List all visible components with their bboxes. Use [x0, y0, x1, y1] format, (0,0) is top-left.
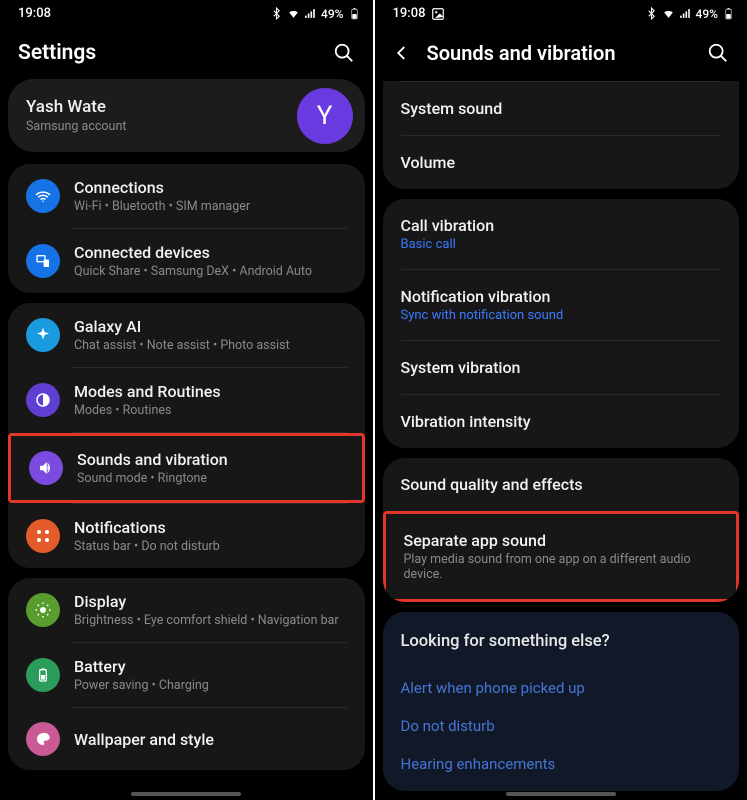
account-row[interactable]: Yash Wate Samsung account Y: [8, 79, 365, 152]
item-title: System vibration: [401, 358, 722, 377]
header: Sounds and vibration: [375, 25, 747, 79]
item-sub: Chat assist • Note assist • Photo assist: [74, 338, 347, 353]
item-sub: Sound mode • Ringtone: [77, 471, 344, 486]
sounds-vibration-screen: 19:08 49% Sounds and vibration System so…: [375, 0, 747, 800]
wifi-icon: [26, 179, 60, 213]
battery-pct: 49%: [321, 7, 343, 21]
settings-group: System sound Volume: [383, 81, 740, 189]
item-title: Battery: [74, 657, 347, 676]
item-title: Call vibration: [401, 216, 722, 235]
item-call-vibration[interactable]: Call vibration Basic call: [383, 199, 740, 269]
battery-pct: 49%: [696, 7, 718, 21]
status-icons: 49%: [270, 7, 360, 21]
highlighted-row: Separate app sound Play media sound from…: [383, 511, 740, 602]
battery-icon: [722, 7, 735, 20]
wifi-icon: [662, 7, 675, 20]
item-sound-quality[interactable]: Sound quality and effects: [383, 458, 740, 511]
settings-group: Galaxy AI Chat assist • Note assist • Ph…: [8, 303, 365, 568]
settings-item-wallpaper[interactable]: Wallpaper and style: [8, 708, 365, 770]
signal-icon: [304, 7, 317, 20]
back-icon[interactable]: [393, 44, 411, 62]
item-title: Modes and Routines: [74, 382, 347, 401]
item-separate-app-sound[interactable]: Separate app sound Play media sound from…: [386, 514, 737, 599]
sounds-list[interactable]: System sound Volume Call vibration Basic…: [375, 79, 747, 800]
status-time: 19:08: [393, 6, 426, 21]
sun-icon: [26, 593, 60, 627]
sound-icon: [29, 451, 63, 485]
item-title: Separate app sound: [404, 531, 719, 550]
item-title: System sound: [401, 99, 722, 118]
header: Settings: [0, 25, 373, 79]
page-title: Settings: [18, 41, 317, 65]
item-sub: Sync with notification sound: [401, 308, 722, 323]
status-bar: 19:08 49%: [375, 0, 747, 25]
item-sub: Wi-Fi • Bluetooth • SIM manager: [74, 199, 347, 214]
wifi-icon: [287, 7, 300, 20]
settings-item-connections[interactable]: Connections Wi-Fi • Bluetooth • SIM mana…: [8, 164, 365, 228]
settings-item-battery[interactable]: Battery Power saving • Charging: [8, 643, 365, 707]
nav-handle[interactable]: [506, 792, 616, 796]
settings-item-display[interactable]: Display Brightness • Eye comfort shield …: [8, 578, 365, 642]
search-icon[interactable]: [333, 42, 355, 64]
hint-title: Looking for something else?: [401, 632, 722, 651]
search-icon[interactable]: [707, 42, 729, 64]
highlighted-row: Sounds and vibration Sound mode • Ringto…: [8, 433, 365, 503]
item-title: Connected devices: [74, 243, 347, 262]
item-vibration-intensity[interactable]: Vibration intensity: [383, 395, 740, 448]
bell-icon: [26, 519, 60, 553]
page-title: Sounds and vibration: [427, 41, 692, 65]
item-sub: Modes • Routines: [74, 403, 347, 418]
modes-icon: [26, 383, 60, 417]
settings-group: Sound quality and effects Separate app s…: [383, 458, 740, 602]
settings-group: Display Brightness • Eye comfort shield …: [8, 578, 365, 770]
item-sub: Power saving • Charging: [74, 678, 347, 693]
settings-group: Connections Wi-Fi • Bluetooth • SIM mana…: [8, 164, 365, 293]
battery-icon: [26, 658, 60, 692]
signal-icon: [679, 7, 692, 20]
item-sub: Basic call: [401, 237, 722, 252]
item-title: Vibration intensity: [401, 412, 722, 431]
settings-item-galaxy-ai[interactable]: Galaxy AI Chat assist • Note assist • Ph…: [8, 303, 365, 367]
item-sub: Play media sound from one app on a diffe…: [404, 552, 719, 582]
avatar[interactable]: Y: [297, 88, 353, 144]
settings-item-connected-devices[interactable]: Connected devices Quick Share • Samsung …: [8, 229, 365, 293]
item-volume[interactable]: Volume: [383, 136, 740, 189]
item-title: Connections: [74, 178, 347, 197]
item-title: Galaxy AI: [74, 317, 347, 336]
item-title: Notification vibration: [401, 287, 722, 306]
image-icon: [431, 7, 445, 21]
settings-item-sounds[interactable]: Sounds and vibration Sound mode • Ringto…: [11, 436, 362, 500]
item-sub: Status bar • Do not disturb: [74, 539, 347, 554]
hint-link-alert[interactable]: Alert when phone picked up: [401, 669, 722, 707]
item-sub: Quick Share • Samsung DeX • Android Auto: [74, 264, 347, 279]
item-sub: Brightness • Eye comfort shield • Naviga…: [74, 613, 347, 628]
nav-handle[interactable]: [131, 792, 241, 796]
status-bar: 19:08 49%: [0, 0, 373, 25]
status-icons: 49%: [645, 7, 735, 21]
item-title: Sounds and vibration: [77, 450, 344, 469]
status-time: 19:08: [18, 6, 51, 21]
devices-icon: [26, 244, 60, 278]
settings-list[interactable]: Yash Wate Samsung account Y Connections …: [0, 79, 373, 800]
item-title: Volume: [401, 153, 722, 172]
settings-group: Call vibration Basic call Notification v…: [383, 199, 740, 448]
item-title: Sound quality and effects: [401, 475, 722, 494]
item-system-vibration[interactable]: System vibration: [383, 341, 740, 394]
hint-link-hearing[interactable]: Hearing enhancements: [401, 745, 722, 783]
settings-item-modes[interactable]: Modes and Routines Modes • Routines: [8, 368, 365, 432]
bluetooth-icon: [645, 7, 658, 20]
item-title: Wallpaper and style: [74, 730, 347, 749]
battery-icon: [348, 7, 361, 20]
settings-item-notifications[interactable]: Notifications Status bar • Do not distur…: [8, 504, 365, 568]
hint-link-dnd[interactable]: Do not disturb: [401, 707, 722, 745]
item-title: Notifications: [74, 518, 347, 537]
item-title: Display: [74, 592, 347, 611]
palette-icon: [26, 722, 60, 756]
item-system-sound[interactable]: System sound: [383, 82, 740, 135]
item-notification-vibration[interactable]: Notification vibration Sync with notific…: [383, 270, 740, 340]
bluetooth-icon: [270, 7, 283, 20]
related-settings-box: Looking for something else? Alert when p…: [383, 612, 740, 791]
settings-screen: 19:08 49% Settings Yash Wate Samsung acc…: [0, 0, 375, 800]
sparkle-icon: [26, 318, 60, 352]
